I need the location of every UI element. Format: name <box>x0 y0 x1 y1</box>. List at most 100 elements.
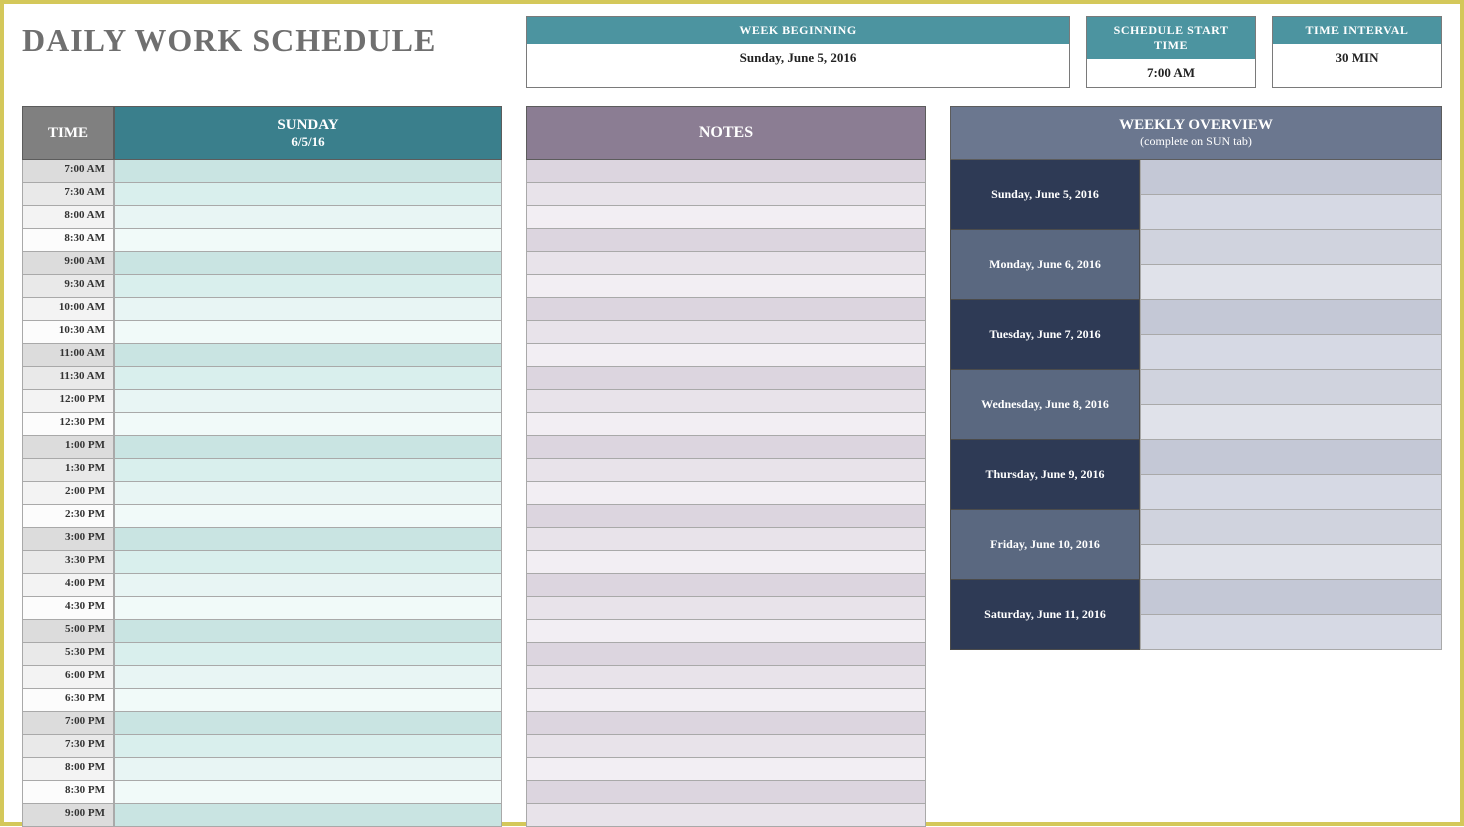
schedule-cell[interactable] <box>114 620 502 643</box>
time-cell: 6:00 PM <box>22 666 114 689</box>
schedule-cell[interactable] <box>114 804 502 827</box>
notes-row[interactable] <box>526 229 926 252</box>
notes-row[interactable] <box>526 459 926 482</box>
notes-row[interactable] <box>526 321 926 344</box>
weekly-cell[interactable] <box>1140 230 1442 265</box>
schedule-cell[interactable] <box>114 436 502 459</box>
schedule-body: 7:00 AM7:30 AM8:00 AM8:30 AM9:00 AM9:30 … <box>22 160 502 827</box>
schedule-cell[interactable] <box>114 321 502 344</box>
notes-row[interactable] <box>526 528 926 551</box>
schedule-cell[interactable] <box>114 712 502 735</box>
notes-row[interactable] <box>526 436 926 459</box>
schedule-cell[interactable] <box>114 666 502 689</box>
schedule-cell[interactable] <box>114 298 502 321</box>
weekly-cell[interactable] <box>1140 405 1442 440</box>
notes-row[interactable] <box>526 413 926 436</box>
schedule-row: 12:30 PM <box>22 413 502 436</box>
schedule-cell[interactable] <box>114 574 502 597</box>
notes-row[interactable] <box>526 712 926 735</box>
schedule-cell[interactable] <box>114 206 502 229</box>
schedule-row: 3:00 PM <box>22 528 502 551</box>
interval-value[interactable]: 30 MIN <box>1273 44 1441 72</box>
weekly-cell[interactable] <box>1140 545 1442 580</box>
schedule-cell[interactable] <box>114 183 502 206</box>
weekly-cell[interactable] <box>1140 335 1442 370</box>
notes-row[interactable] <box>526 367 926 390</box>
weekly-cell[interactable] <box>1140 580 1442 615</box>
notes-row[interactable] <box>526 482 926 505</box>
schedule-cell[interactable] <box>114 689 502 712</box>
weekly-cell[interactable] <box>1140 510 1442 545</box>
schedule-cell[interactable] <box>114 275 502 298</box>
time-cell: 11:00 AM <box>22 344 114 367</box>
week-beginning-value[interactable]: Sunday, June 5, 2016 <box>527 44 1069 72</box>
notes-row[interactable] <box>526 666 926 689</box>
schedule-cell[interactable] <box>114 413 502 436</box>
notes-row[interactable] <box>526 620 926 643</box>
schedule-cell[interactable] <box>114 643 502 666</box>
page-title: DAILY WORK SCHEDULE <box>22 22 502 59</box>
notes-row[interactable] <box>526 781 926 804</box>
schedule-cell[interactable] <box>114 505 502 528</box>
schedule-cell[interactable] <box>114 735 502 758</box>
notes-row[interactable] <box>526 505 926 528</box>
day-column-header: SUNDAY 6/5/16 <box>114 106 502 160</box>
schedule-row: 6:00 PM <box>22 666 502 689</box>
schedule-row: 1:00 PM <box>22 436 502 459</box>
schedule-row: 12:00 PM <box>22 390 502 413</box>
schedule-cell[interactable] <box>114 459 502 482</box>
schedule-cell[interactable] <box>114 160 502 183</box>
weekly-column: WEEKLY OVERVIEW (complete on SUN tab) Su… <box>950 106 1442 650</box>
notes-row[interactable] <box>526 804 926 827</box>
schedule-cell[interactable] <box>114 229 502 252</box>
time-cell: 7:00 AM <box>22 160 114 183</box>
notes-row[interactable] <box>526 275 926 298</box>
notes-row[interactable] <box>526 298 926 321</box>
schedule-cell[interactable] <box>114 482 502 505</box>
schedule-cell[interactable] <box>114 758 502 781</box>
notes-row[interactable] <box>526 390 926 413</box>
weekly-cell[interactable] <box>1140 265 1442 300</box>
schedule-cell[interactable] <box>114 367 502 390</box>
start-time-value[interactable]: 7:00 AM <box>1087 59 1255 87</box>
schedule-row: 5:00 PM <box>22 620 502 643</box>
notes-row[interactable] <box>526 551 926 574</box>
weekly-cell[interactable] <box>1140 370 1442 405</box>
schedule-row: 3:30 PM <box>22 551 502 574</box>
schedule-cell[interactable] <box>114 551 502 574</box>
notes-row[interactable] <box>526 160 926 183</box>
weekly-cell[interactable] <box>1140 615 1442 650</box>
notes-row[interactable] <box>526 344 926 367</box>
notes-row[interactable] <box>526 643 926 666</box>
schedule-cell[interactable] <box>114 528 502 551</box>
header-row: DAILY WORK SCHEDULE WEEK BEGINNING Sunda… <box>22 16 1442 88</box>
weekly-cell[interactable] <box>1140 440 1442 475</box>
schedule-cell[interactable] <box>114 390 502 413</box>
weekly-body: Sunday, June 5, 2016Monday, June 6, 2016… <box>950 160 1442 650</box>
weekly-day-cells <box>1140 160 1442 230</box>
schedule-header: TIME SUNDAY 6/5/16 <box>22 106 502 160</box>
notes-row[interactable] <box>526 758 926 781</box>
time-column-header: TIME <box>22 106 114 160</box>
weekly-cell[interactable] <box>1140 475 1442 510</box>
weekly-day-label: Saturday, June 11, 2016 <box>950 580 1140 650</box>
weekly-day-label: Tuesday, June 7, 2016 <box>950 300 1140 370</box>
schedule-cell[interactable] <box>114 781 502 804</box>
time-cell: 9:30 AM <box>22 275 114 298</box>
weekly-cell[interactable] <box>1140 160 1442 195</box>
time-cell: 4:00 PM <box>22 574 114 597</box>
weekly-row: Thursday, June 9, 2016 <box>950 440 1442 510</box>
notes-row[interactable] <box>526 183 926 206</box>
schedule-cell[interactable] <box>114 344 502 367</box>
weekly-cell[interactable] <box>1140 300 1442 335</box>
notes-row[interactable] <box>526 252 926 275</box>
schedule-cell[interactable] <box>114 597 502 620</box>
notes-row[interactable] <box>526 574 926 597</box>
notes-row[interactable] <box>526 735 926 758</box>
schedule-cell[interactable] <box>114 252 502 275</box>
weekly-cell[interactable] <box>1140 195 1442 230</box>
notes-row[interactable] <box>526 689 926 712</box>
schedule-row: 7:30 AM <box>22 183 502 206</box>
notes-row[interactable] <box>526 597 926 620</box>
notes-row[interactable] <box>526 206 926 229</box>
